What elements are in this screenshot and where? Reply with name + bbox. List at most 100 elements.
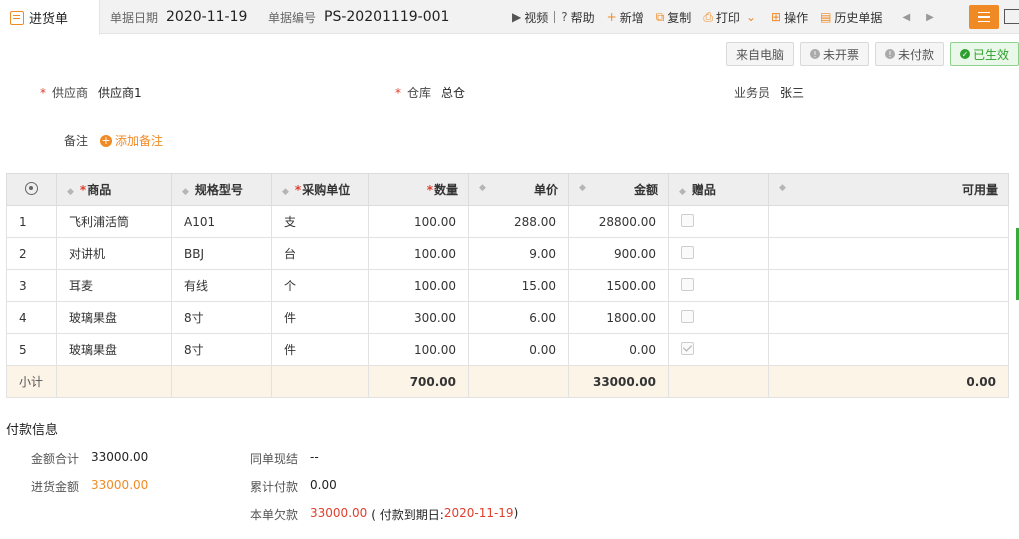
payment-title: 付款信息	[6, 423, 59, 438]
cell-qty[interactable]: 100.00	[368, 237, 469, 270]
cell-amount[interactable]: 1800.00	[568, 301, 669, 334]
header-product[interactable]: ◆ *商品	[56, 173, 172, 206]
gift-checkbox[interactable]	[681, 341, 694, 355]
cell-qty[interactable]: 100.00	[368, 269, 469, 302]
copy-button[interactable]: ⧉ 复制	[656, 9, 692, 26]
sort-icon[interactable]: ◆	[67, 187, 74, 197]
cell-product[interactable]: 玻璃果盘	[56, 301, 172, 334]
cell-price[interactable]: 6.00	[468, 301, 569, 334]
sort-icon[interactable]: ◆	[779, 183, 786, 193]
header-price[interactable]: ◆ 单价	[468, 173, 569, 206]
cell-price[interactable]: 0.00	[468, 333, 569, 366]
cell-available[interactable]	[768, 301, 1009, 334]
add-button[interactable]: + 新增	[607, 9, 644, 26]
cell-gift[interactable]	[668, 205, 769, 238]
cash-value[interactable]: --	[310, 450, 319, 467]
grid-icon: ⊞	[771, 10, 782, 24]
table-row[interactable]: 5 玻璃果盘 8寸件 100.00 0.00 0.00	[6, 333, 1009, 366]
plus-circle-icon: +	[100, 133, 113, 147]
date-value[interactable]: 2020-11-19	[166, 9, 247, 25]
gift-checkbox[interactable]	[681, 277, 694, 291]
tab-purchase-order[interactable]: 进货单	[0, 0, 100, 35]
cell-product[interactable]: 飞利浦活筒	[56, 205, 172, 238]
row-number: 4	[6, 301, 57, 334]
cell-spec[interactable]: BBJ	[171, 237, 272, 270]
video-button[interactable]: ▶ 视频	[512, 9, 548, 26]
table-row[interactable]: 3 耳麦 有线个 100.00 15.00 1500.00	[6, 269, 1009, 302]
salesman-value[interactable]: 张三	[780, 84, 804, 101]
cell-qty[interactable]: 100.00	[368, 333, 469, 366]
cell-amount[interactable]: 1500.00	[568, 269, 669, 302]
header-spec[interactable]: ◆ 规格型号	[171, 173, 272, 206]
cell-price[interactable]: 15.00	[468, 269, 569, 302]
info-icon: !	[809, 49, 820, 59]
cell-spec[interactable]: 8寸	[171, 333, 272, 366]
gear-icon[interactable]	[25, 181, 38, 195]
table-row[interactable]: 2 对讲机 BBJ 台 100.00 9.00 900.00	[6, 237, 1009, 270]
operate-button[interactable]: ⊞ 操作	[771, 9, 808, 26]
supplier-value[interactable]: 供应商1	[98, 84, 142, 101]
cell-gift[interactable]	[668, 333, 769, 366]
table-row[interactable]: 4 玻璃果盘 8寸件 300.00 6.00 1800.00	[6, 301, 1009, 334]
play-icon: ▶	[512, 10, 522, 24]
cell-gift[interactable]	[668, 269, 769, 302]
cell-available[interactable]	[768, 333, 1009, 366]
cell-unit[interactable]: 台	[271, 237, 369, 270]
cell-unit[interactable]: 个	[271, 269, 369, 302]
gift-checkbox[interactable]	[681, 309, 694, 323]
warehouse-value[interactable]: 总仓	[441, 84, 465, 101]
supplier-field[interactable]: * 供应商 供应商1	[40, 84, 142, 101]
history-button[interactable]: ▤ 历史单据	[820, 9, 882, 26]
sort-icon[interactable]: ◆	[579, 183, 586, 193]
help-button[interactable]: ? 帮助	[561, 9, 594, 26]
gift-checkbox[interactable]	[681, 245, 694, 259]
cell-available[interactable]	[768, 269, 1009, 302]
header-qty[interactable]: *数量	[368, 173, 469, 206]
table-row[interactable]: 1 飞利浦活筒 A101 支 100.00 288.00 28800.00	[6, 205, 1009, 238]
cell-unit[interactable]: 件	[271, 333, 369, 366]
cell-unit[interactable]: 支	[271, 205, 369, 238]
purchase-label: 进货金额	[31, 480, 80, 494]
sort-icon[interactable]: ◆	[282, 187, 289, 197]
next-arrow-icon[interactable]: ▶	[926, 12, 934, 23]
header-amount[interactable]: ◆ 金额	[568, 173, 669, 206]
cell-spec[interactable]: 有线	[171, 269, 272, 302]
cell-amount[interactable]: 0.00	[568, 333, 669, 366]
sort-icon[interactable]: ◆	[679, 187, 686, 197]
header-gift[interactable]: ◆ 赠品	[668, 173, 769, 206]
subtotal-available: 0.00	[768, 365, 1009, 398]
add-remark-button[interactable]: + 添加备注	[100, 132, 163, 149]
cell-price[interactable]: 288.00	[468, 205, 569, 238]
column-settings[interactable]	[6, 173, 57, 206]
cell-gift[interactable]	[668, 237, 769, 270]
cell-amount[interactable]: 900.00	[568, 237, 669, 270]
cell-spec[interactable]: A101	[171, 205, 272, 238]
chevron-down-icon[interactable]: ⌄	[746, 10, 756, 24]
header-unit[interactable]: ◆ *采购单位	[271, 173, 369, 206]
menu-button[interactable]	[969, 5, 999, 29]
cell-available[interactable]	[768, 205, 1009, 238]
cell-price[interactable]: 9.00	[468, 237, 569, 270]
cash-label: 同单现结	[250, 452, 299, 466]
cell-qty[interactable]: 100.00	[368, 205, 469, 238]
cell-amount[interactable]: 28800.00	[568, 205, 669, 238]
panel-icon[interactable]	[1004, 9, 1019, 24]
cell-product[interactable]: 对讲机	[56, 237, 172, 270]
cell-spec[interactable]: 8寸	[171, 301, 272, 334]
cell-available[interactable]	[768, 237, 1009, 270]
prev-arrow-icon[interactable]: ◀	[902, 12, 910, 23]
row-number: 1	[6, 205, 57, 238]
cell-gift[interactable]	[668, 301, 769, 334]
warehouse-field[interactable]: * 仓库 总仓	[395, 84, 465, 101]
sort-icon[interactable]: ◆	[182, 187, 189, 197]
cell-product[interactable]: 耳麦	[56, 269, 172, 302]
cell-product[interactable]: 玻璃果盘	[56, 333, 172, 366]
items-table: ◆ *商品 ◆ 规格型号 ◆ *采购单位 *数量 ◆ 单价 ◆ 金额 ◆ 赠品 ◆ 可用量 1…	[6, 173, 1009, 398]
header-available[interactable]: ◆ 可用量	[768, 173, 1009, 206]
salesman-field[interactable]: 业务员 张三	[734, 84, 804, 101]
print-button[interactable]: ⎙ 打印 ⌄	[703, 9, 759, 26]
cell-unit[interactable]: 件	[271, 301, 369, 334]
gift-checkbox[interactable]	[681, 213, 694, 227]
cell-qty[interactable]: 300.00	[368, 301, 469, 334]
sort-icon[interactable]: ◆	[479, 183, 486, 193]
